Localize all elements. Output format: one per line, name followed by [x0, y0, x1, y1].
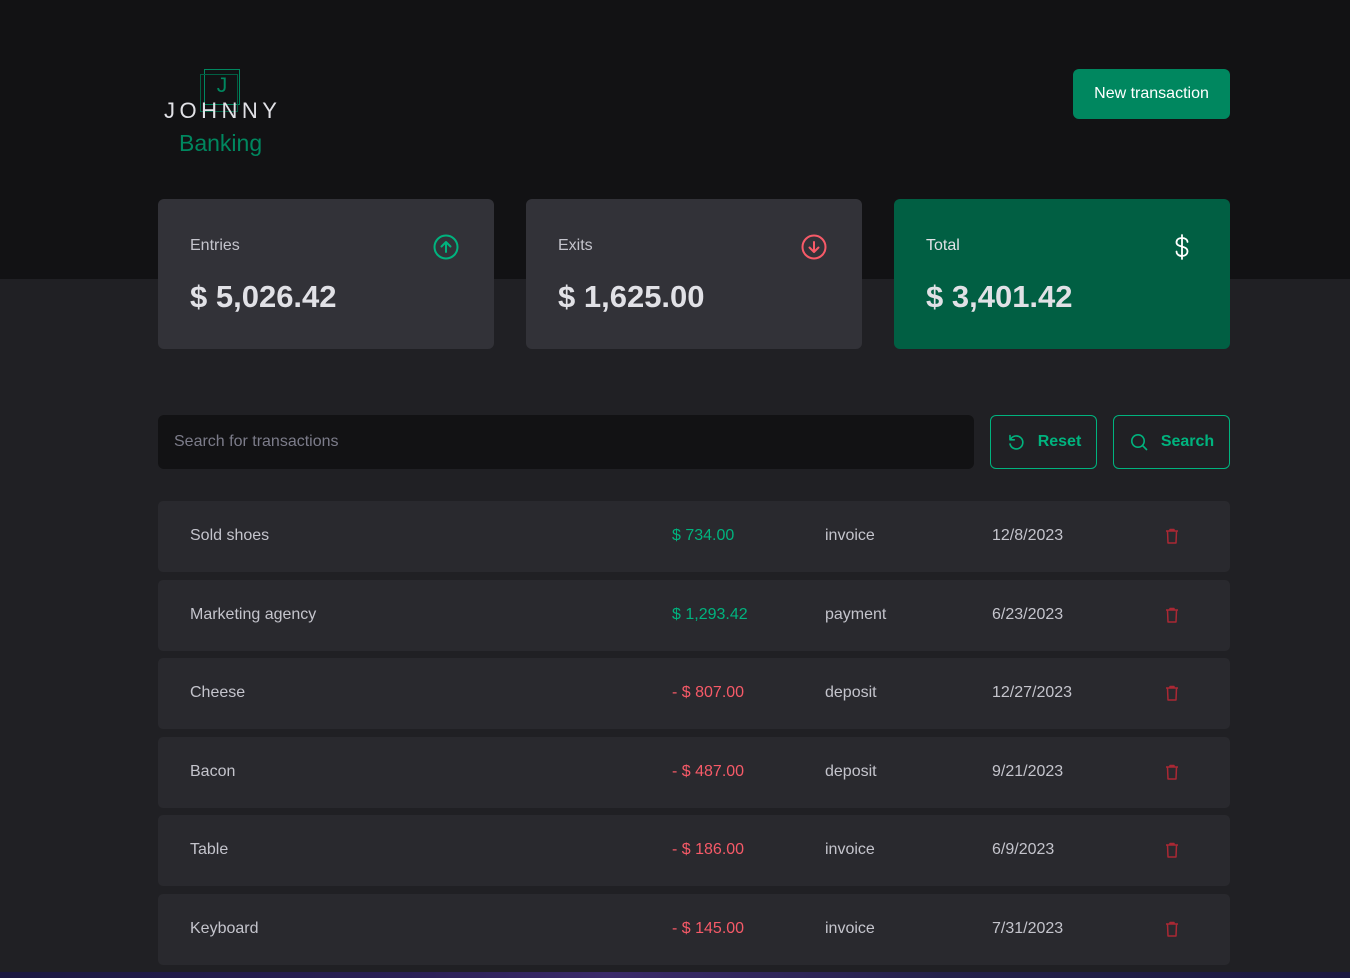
logo-letter: J: [216, 74, 228, 97]
search-icon: [1130, 434, 1148, 451]
summary-label: Total: [926, 237, 960, 254]
new-transaction-button[interactable]: New transaction: [1073, 69, 1230, 119]
currency-dollar-icon: [1175, 234, 1189, 260]
trash-icon[interactable]: [1165, 842, 1179, 859]
transaction-price: $ 1,293.42: [672, 605, 748, 623]
logo-name: JOHNNY: [164, 98, 282, 123]
trash-icon[interactable]: [1165, 764, 1179, 780]
summary-card-exits: Exits $ 1,625.00: [526, 199, 862, 349]
trash-icon[interactable]: [1165, 528, 1179, 544]
transactions-table: Sold shoes $ 734.00 invoice 12/8/2023 Ma…: [158, 501, 1230, 973]
summary-value: $ 3,401.42: [926, 279, 1073, 314]
transaction-category: invoice: [825, 841, 875, 859]
transaction-date: 7/31/2023: [992, 919, 1064, 937]
transaction-price: $ 734.00: [672, 527, 735, 544]
transaction-price: - $ 807.00: [672, 684, 745, 702]
reset-button[interactable]: Reset: [990, 415, 1097, 469]
table-row: Cheese - $ 807.00 deposit 12/27/2023: [158, 658, 1230, 730]
transaction-description: Table: [190, 841, 229, 859]
reset-label: Reset: [1037, 433, 1082, 450]
summary-value: $ 5,026.42: [190, 279, 337, 314]
logo-subtitle: Banking: [179, 130, 263, 156]
table-row: Keyboard - $ 145.00 invoice 7/31/2023: [158, 893, 1230, 965]
transaction-category: deposit: [825, 684, 877, 702]
trash-icon[interactable]: [1165, 685, 1179, 701]
summary-card-entries: Entries $ 5,026.42: [158, 199, 494, 349]
table-row: Sold shoes $ 734.00 invoice 12/8/2023: [158, 501, 1230, 572]
transaction-description: Sold shoes: [190, 527, 270, 544]
transaction-date: 6/23/2023: [992, 605, 1064, 623]
search-label: Search: [1160, 433, 1215, 450]
arrow-circle-up-icon: [433, 234, 459, 260]
transaction-date: 12/8/2023: [992, 527, 1064, 544]
transaction-date: 9/21/2023: [992, 762, 1064, 780]
transaction-price: - $ 186.00: [672, 841, 745, 859]
transaction-description: Marketing agency: [190, 605, 317, 623]
summary-card-total: Total $ 3,401.42: [894, 199, 1230, 349]
transaction-price: - $ 145.00: [672, 919, 745, 937]
transaction-date: 6/9/2023: [992, 841, 1055, 859]
trash-icon[interactable]: [1165, 921, 1179, 937]
transaction-description: Cheese: [190, 684, 246, 702]
desktop-wallpaper-strip: [0, 972, 1350, 978]
table-row: Marketing agency $ 1,293.42 payment 6/23…: [158, 579, 1230, 651]
search-field[interactable]: [158, 415, 974, 469]
transaction-date: 12/27/2023: [992, 684, 1073, 702]
transaction-category: payment: [825, 605, 887, 623]
transaction-price: - $ 487.00: [672, 762, 745, 780]
search-button[interactable]: Search: [1113, 415, 1230, 469]
summary-value: $ 1,625.00: [558, 279, 705, 314]
transaction-category: invoice: [825, 919, 875, 937]
transaction-description: Bacon: [190, 762, 236, 780]
table-row: Table - $ 186.00 invoice 6/9/2023: [158, 815, 1230, 887]
summary-label: Entries: [190, 237, 240, 254]
transaction-description: Keyboard: [190, 919, 259, 937]
trash-icon[interactable]: [1165, 607, 1179, 623]
transaction-category: invoice: [825, 527, 875, 544]
reset-icon: [1008, 434, 1024, 450]
logo: J JOHNNY Banking: [158, 66, 288, 162]
transaction-category: deposit: [825, 762, 877, 780]
search-input[interactable]: [158, 415, 974, 469]
arrow-circle-down-icon: [801, 234, 827, 260]
summary-label: Exits: [558, 237, 593, 254]
table-row: Bacon - $ 487.00 deposit 9/21/2023: [158, 736, 1230, 808]
